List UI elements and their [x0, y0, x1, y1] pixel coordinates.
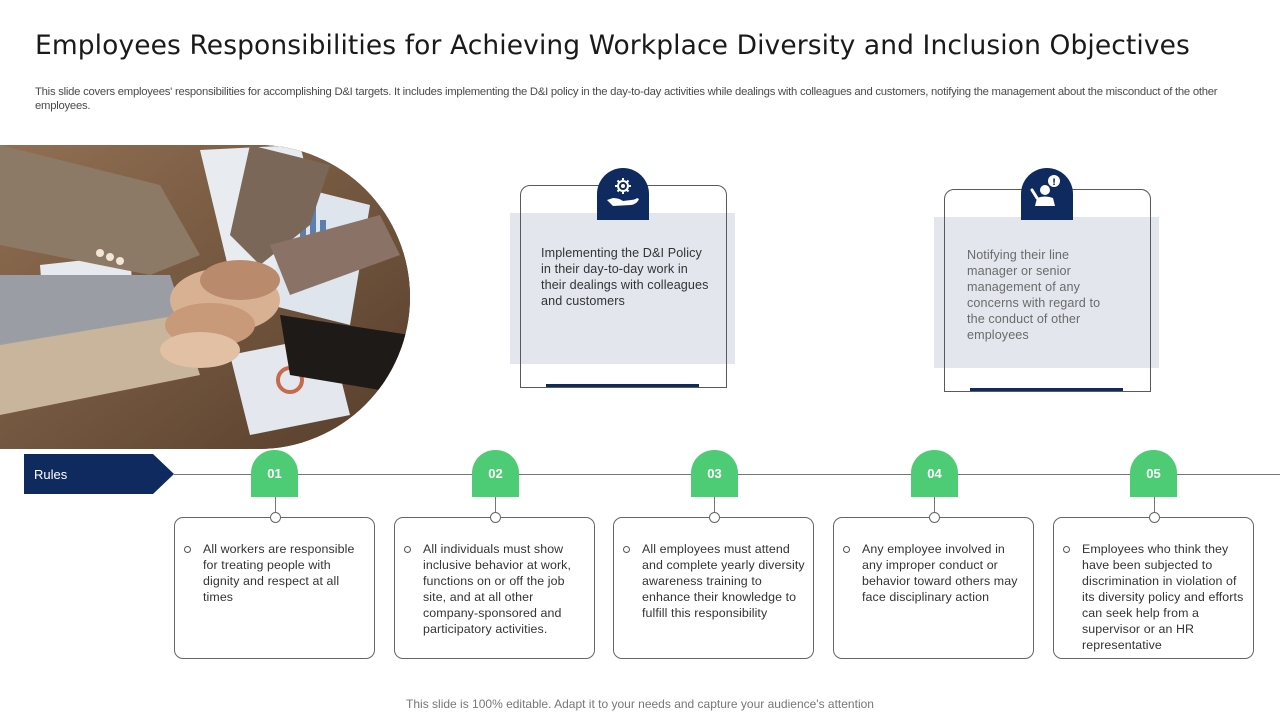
- step-dot: [929, 512, 940, 523]
- bullet-icon: [404, 546, 411, 553]
- bullet-icon: [1063, 546, 1070, 553]
- step-badge-02: 02: [472, 450, 519, 497]
- step-connector: [934, 497, 935, 513]
- rule-card-3: All employees must attend and complete y…: [613, 517, 814, 659]
- rules-label: Rules: [34, 467, 68, 482]
- svg-text:!: !: [1052, 178, 1056, 188]
- step-dot: [709, 512, 720, 523]
- bullet-icon: [623, 546, 630, 553]
- bullet-icon: [184, 546, 191, 553]
- rule-card-2: All individuals must show inclusive beha…: [394, 517, 595, 659]
- rule-card-1: All workers are responsible for treating…: [174, 517, 375, 659]
- step-connector: [714, 497, 715, 513]
- page-subtitle: This slide covers employees' responsibil…: [35, 86, 1218, 112]
- rule-card-4: Any employee involved in any improper co…: [833, 517, 1034, 659]
- responsibility-text-1: Implementing the D&I Policy in their day…: [541, 246, 709, 308]
- rule-text-2: All individuals must show inclusive beha…: [423, 542, 572, 636]
- person-alert-icon: !: [1021, 168, 1073, 220]
- rule-text-5: Employees who think they have been subje…: [1082, 542, 1244, 652]
- bullet-icon: [843, 546, 850, 553]
- rule-text-4: Any employee involved in any improper co…: [862, 542, 1018, 604]
- step-badge-01: 01: [251, 450, 298, 497]
- step-badge-04: 04: [911, 450, 958, 497]
- step-badge-03: 03: [691, 450, 738, 497]
- step-dot: [490, 512, 501, 523]
- step-dot: [270, 512, 281, 523]
- rule-card-5: Employees who think they have been subje…: [1053, 517, 1254, 659]
- responsibility-text-2: Notifying their line manager or senior m…: [967, 248, 1101, 342]
- rule-text-1: All workers are responsible for treating…: [203, 542, 355, 604]
- rules-label-arrow: Rules: [24, 454, 174, 494]
- step-connector: [1154, 497, 1155, 513]
- step-badge-05: 05: [1130, 450, 1177, 497]
- team-hands-photo: [0, 145, 410, 449]
- step-dot: [1149, 512, 1160, 523]
- footer-note: This slide is 100% editable. Adapt it to…: [406, 697, 874, 711]
- rule-text-3: All employees must attend and complete y…: [642, 542, 805, 620]
- step-connector: [275, 497, 276, 513]
- page-title: Employees Responsibilities for Achieving…: [35, 30, 1190, 61]
- step-connector: [495, 497, 496, 513]
- hand-gear-icon: [597, 168, 649, 220]
